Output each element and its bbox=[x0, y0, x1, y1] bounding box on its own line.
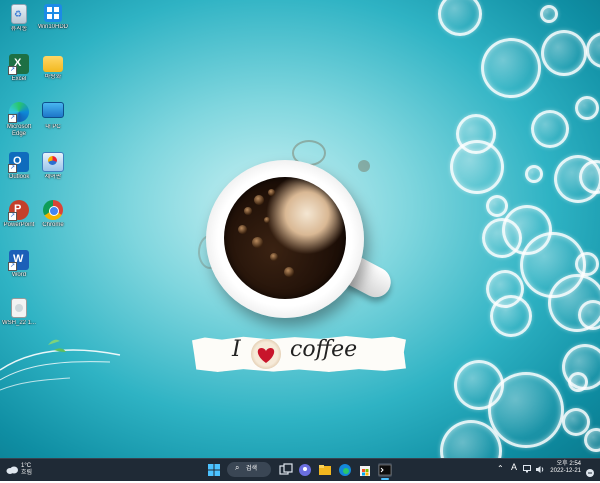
file-explorer-button[interactable] bbox=[318, 463, 332, 477]
windows-drive-icon bbox=[44, 4, 62, 22]
clock-date: 2022-12-21 bbox=[550, 468, 581, 474]
chat-icon bbox=[299, 464, 311, 476]
powerpoint-icon: P ↗ bbox=[8, 200, 29, 221]
ime-indicator[interactable]: A bbox=[511, 463, 517, 472]
desktop-icon-outlook[interactable]: O ↗ Outlook bbox=[0, 152, 38, 181]
clock[interactable]: 오후 2:54 2022-12-21 bbox=[549, 461, 581, 479]
monitor-icon bbox=[42, 102, 64, 118]
coffee-stain bbox=[358, 160, 370, 172]
weather-desc: 흐림 bbox=[21, 470, 33, 476]
word-icon: W ↗ bbox=[8, 250, 29, 271]
desktop: I coffee ♻ 휴지통 Win10HDD X ↗ Excel 바탕화 ↗ … bbox=[0, 0, 600, 458]
excel-icon: X ↗ bbox=[8, 54, 29, 75]
desktop-icon-control-panel[interactable]: 제어판 bbox=[34, 152, 72, 181]
search-icon: ⌕ bbox=[235, 463, 240, 472]
start-button[interactable] bbox=[207, 463, 221, 477]
desktop-icon-powerpoint[interactable]: P ↗ PowerPoint bbox=[0, 200, 38, 229]
icon-label: Microsoft Edge bbox=[6, 124, 32, 137]
edge-icon: ↗ bbox=[8, 102, 29, 123]
control-panel-icon bbox=[42, 152, 64, 172]
file-explorer-icon bbox=[319, 465, 331, 475]
desktop-icon-win10hdd[interactable]: Win10HDD bbox=[34, 4, 72, 31]
icon-label: WSH_22 1... bbox=[1, 320, 36, 326]
wallpaper-bubble bbox=[586, 32, 600, 68]
wallpaper-bubble bbox=[438, 0, 482, 36]
icon-label: 바탕화 bbox=[44, 74, 62, 80]
icon-label: PowerPoint bbox=[3, 222, 35, 228]
desktop-icon-word[interactable]: W ↗ Word bbox=[0, 250, 38, 279]
desktop-icon-file[interactable]: WSH_22 1... bbox=[0, 298, 38, 327]
recycle-bin-icon: ♻ bbox=[11, 4, 27, 24]
weather-widget[interactable]: 1°C 흐림 bbox=[6, 462, 36, 478]
desktop-icon-edge[interactable]: ↗ Microsoft Edge bbox=[0, 102, 38, 138]
wallpaper-bubble bbox=[488, 372, 564, 448]
desktop-icon-excel[interactable]: X ↗ Excel bbox=[0, 54, 38, 83]
clock-time: 오후 2:54 bbox=[556, 461, 581, 467]
wallpaper-bubble bbox=[568, 372, 588, 392]
wallpaper-bubble bbox=[578, 300, 600, 330]
wallpaper-swirl bbox=[0, 339, 121, 391]
taskbar: 1°C 흐림 ⌕ 검색 ⌃ A 오후 2:54 2022-12-21 bbox=[0, 458, 600, 481]
icon-label: Excel bbox=[11, 76, 27, 82]
wallpaper-bubble bbox=[540, 5, 558, 23]
wallpaper-bubble bbox=[481, 38, 541, 98]
icon-label: 내 PC bbox=[45, 124, 61, 130]
wallpaper-bubble bbox=[482, 218, 522, 258]
system-tray[interactable] bbox=[523, 465, 547, 475]
terminal-icon bbox=[378, 464, 392, 476]
icon-label: Chrome bbox=[42, 222, 64, 228]
icon-label: Word bbox=[11, 272, 27, 278]
taskbar-search-box[interactable]: ⌕ 검색 bbox=[227, 462, 271, 477]
display-icon bbox=[523, 465, 531, 473]
banner-word-coffee: coffee bbox=[290, 337, 358, 362]
icon-label: Win10HDD bbox=[37, 24, 68, 30]
terminal-button[interactable] bbox=[378, 463, 392, 477]
coffee-surface bbox=[224, 177, 346, 299]
banner-letter-i: I bbox=[232, 337, 241, 362]
document-file-icon bbox=[11, 298, 27, 318]
icon-label: 휴지통 bbox=[10, 26, 28, 32]
wallpaper-bubble bbox=[450, 140, 504, 194]
wallpaper-bubble bbox=[531, 110, 569, 148]
wallpaper-bubble bbox=[486, 195, 508, 217]
store-icon bbox=[360, 466, 370, 476]
outlook-icon: O ↗ bbox=[8, 152, 29, 173]
search-label: 검색 bbox=[246, 466, 258, 472]
wallpaper-bubble bbox=[541, 30, 587, 76]
store-button[interactable] bbox=[358, 463, 372, 477]
task-view-button[interactable] bbox=[279, 463, 293, 477]
speaker-icon bbox=[536, 466, 544, 473]
desktop-icon-folder[interactable]: 바탕화 bbox=[34, 54, 72, 81]
desktop-icon-chrome[interactable]: Chrome bbox=[34, 200, 72, 229]
wallpaper-bubble bbox=[525, 165, 543, 183]
notification-icon bbox=[586, 469, 594, 477]
folder-icon bbox=[43, 56, 63, 72]
desktop-icon-this-pc[interactable]: 내 PC bbox=[34, 102, 72, 131]
wallpaper-bubble bbox=[490, 295, 532, 337]
icon-label: Outlook bbox=[8, 174, 30, 180]
icon-label: 제어판 bbox=[44, 174, 62, 180]
task-view-icon bbox=[279, 463, 293, 475]
weather-temp: 1°C bbox=[21, 463, 32, 469]
wallpaper-bubble bbox=[575, 252, 599, 276]
show-hidden-icons-chevron-icon[interactable]: ⌃ bbox=[497, 465, 504, 473]
chat-button[interactable] bbox=[298, 463, 312, 477]
wallpaper-bubble bbox=[584, 428, 600, 452]
edge-taskbar-button[interactable] bbox=[338, 463, 352, 477]
desktop-icon-recycle-bin[interactable]: ♻ 휴지통 bbox=[0, 4, 38, 33]
heart-badge bbox=[251, 339, 281, 369]
notification-button[interactable] bbox=[585, 465, 595, 477]
windows-start-icon bbox=[208, 464, 220, 476]
edge-icon bbox=[339, 464, 351, 476]
wallpaper-bubble bbox=[575, 96, 599, 120]
heart-icon bbox=[257, 348, 275, 363]
chrome-icon bbox=[43, 200, 63, 220]
cloud-icon bbox=[6, 466, 18, 474]
